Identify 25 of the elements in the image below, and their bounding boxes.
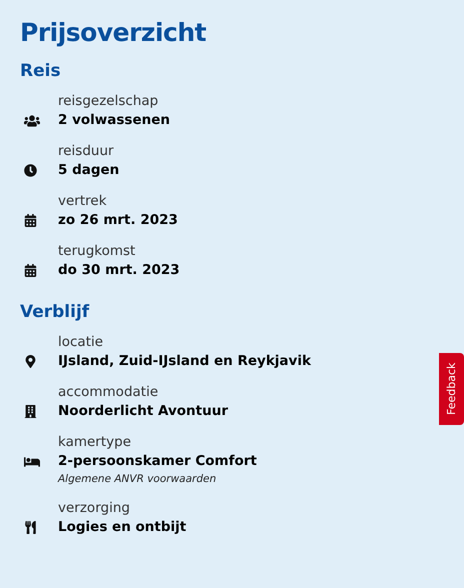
field-label: verzorging bbox=[58, 499, 131, 518]
field-label: locatie bbox=[58, 333, 104, 352]
field-label: vertrek bbox=[58, 192, 108, 211]
utensils-icon bbox=[24, 521, 37, 534]
field-label: reisgezelschap bbox=[58, 92, 160, 111]
clock-icon bbox=[24, 164, 37, 177]
note-text: Algemene ANVR voorwaarden bbox=[58, 472, 218, 487]
field-value: 2 volwassenen bbox=[58, 111, 171, 130]
building-icon bbox=[24, 405, 37, 418]
field-value: 2-persoonskamer Comfort bbox=[58, 452, 258, 471]
field-label: terugkomst bbox=[58, 242, 136, 261]
section-heading: Verblijf bbox=[20, 302, 90, 322]
feedback-tab[interactable]: Feedback bbox=[439, 353, 464, 425]
field-label: reisduur bbox=[58, 142, 115, 161]
field-value: Logies en ontbijt bbox=[58, 518, 188, 537]
field-value: do 30 mrt. 2023 bbox=[58, 261, 181, 280]
users-icon bbox=[24, 112, 40, 128]
field-value: zo 26 mrt. 2023 bbox=[58, 211, 179, 230]
map-pin-icon bbox=[24, 355, 37, 368]
section-heading: Reis bbox=[20, 61, 62, 81]
calendar-icon bbox=[24, 214, 37, 227]
calendar-icon bbox=[24, 264, 37, 277]
field-label: kamertype bbox=[58, 433, 132, 452]
page-title: Prijsoverzicht bbox=[20, 18, 208, 47]
field-value: 5 dagen bbox=[58, 161, 120, 180]
